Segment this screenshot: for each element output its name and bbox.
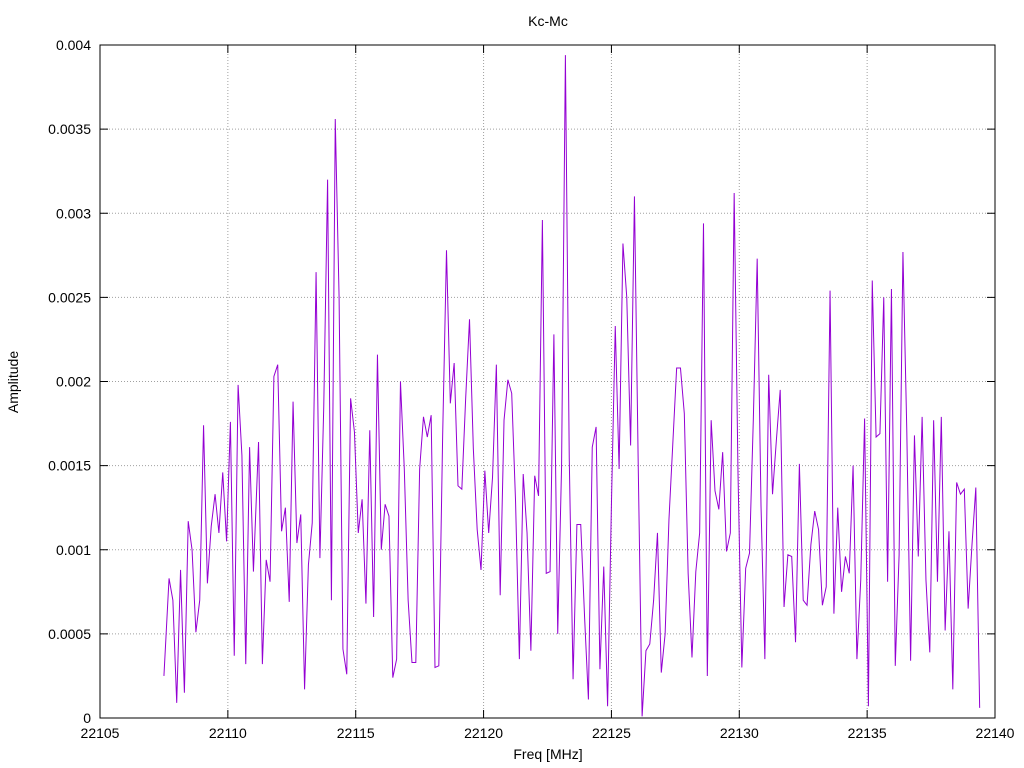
x-tick-label: 22105 <box>81 725 120 741</box>
y-tick-label: 0 <box>83 710 91 726</box>
y-tick-label: 0.0015 <box>48 458 91 474</box>
x-tick-label: 22125 <box>592 725 631 741</box>
x-tick-label: 22115 <box>337 725 375 741</box>
y-axis-label: Amplitude <box>5 351 21 413</box>
x-axis-label: Freq [MHz] <box>513 746 582 762</box>
chart-background <box>0 0 1024 768</box>
amplitude-line-chart: 22105 22110 22115 22120 22125 22130 22135 22140… <box>0 0 1024 768</box>
y-tick-label: 0.001 <box>56 542 91 558</box>
y-tick-label: 0.0035 <box>48 121 91 137</box>
x-tick-label: 22120 <box>464 725 503 741</box>
y-tick-label: 0.004 <box>56 37 91 53</box>
x-tick-label: 22130 <box>720 725 759 741</box>
y-tick-label: 0.003 <box>56 205 91 221</box>
y-tick-label: 0.002 <box>56 374 91 390</box>
y-tick-label: 0.0005 <box>48 626 91 642</box>
x-tick-label: 22110 <box>209 725 247 741</box>
x-tick-label: 22140 <box>976 725 1015 741</box>
y-tick-label: 0.0025 <box>48 289 91 305</box>
x-tick-label: 22135 <box>848 725 887 741</box>
chart-title: Kc-Mc <box>528 13 568 29</box>
